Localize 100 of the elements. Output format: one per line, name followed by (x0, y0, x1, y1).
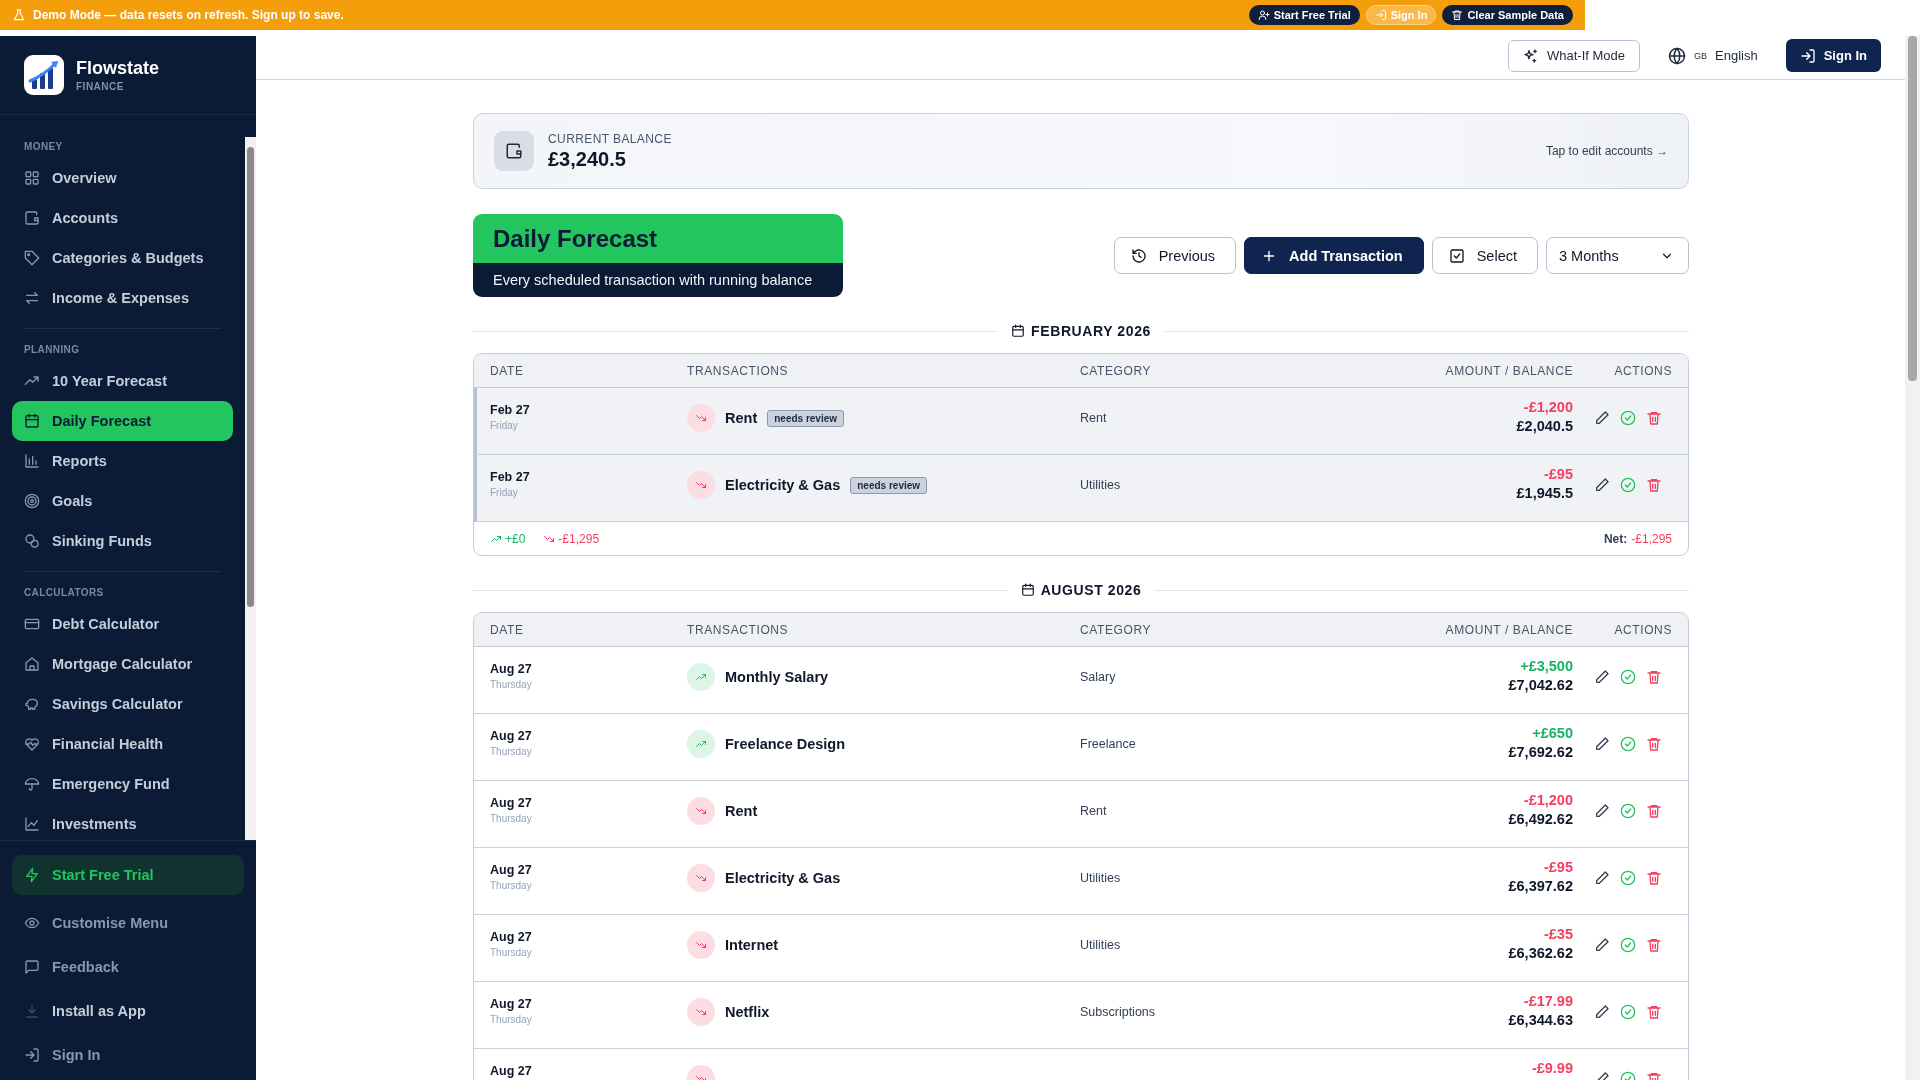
review-badge: needs review (767, 409, 845, 427)
amount-text: -£95 (1543, 466, 1573, 482)
calendar-icon (24, 413, 40, 429)
nav-item[interactable]: Customise Menu (12, 903, 244, 943)
balance-text: £7,042.62 (1508, 677, 1573, 693)
check-circle-icon[interactable] (1620, 477, 1636, 493)
transaction-row[interactable]: Aug 27 -£9.99 (474, 1049, 1688, 1080)
delete-icon[interactable] (1646, 410, 1662, 426)
nav-item[interactable]: Emergency Fund (12, 764, 233, 804)
globe-icon[interactable] (1668, 46, 1686, 65)
check-circle-icon[interactable] (1620, 870, 1636, 886)
check-circle-icon[interactable] (1620, 937, 1636, 953)
sparkle-icon (1522, 47, 1539, 64)
transaction-row[interactable]: Feb 27 Friday Electricity & Gas needs review Utilities -£95 £1,945.5 (474, 455, 1688, 522)
language-selector[interactable]: English (1715, 48, 1758, 63)
transaction-row[interactable]: Aug 27 Thursday Rent Rent -£1,200 £6,492.62 (474, 781, 1688, 848)
balance-text: £6,344.63 (1508, 1012, 1573, 1028)
start-trial-button[interactable]: Start Free Trial (12, 855, 244, 895)
previous-button[interactable]: Previous (1113, 237, 1237, 274)
transaction-row[interactable]: Aug 27 Thursday Monthly Salary Salary +£3,500 £7,042.62 (474, 647, 1688, 714)
balance-card[interactable]: CURRENT BALANCE £3,240.5 Tap to edit accounts → (473, 113, 1689, 189)
edit-icon[interactable] (1594, 803, 1610, 819)
date-text: Aug 27 (490, 863, 533, 877)
delete-icon[interactable] (1646, 477, 1662, 493)
transaction-row[interactable]: Aug 27 Thursday Freelance Design Freelance +£650 £7,692.62 (474, 714, 1688, 781)
nav-item[interactable]: Income & Expenses (12, 278, 233, 318)
weekday-text: Thursday (490, 746, 533, 757)
date-text: Feb 27 (490, 403, 531, 417)
balance-text: £7,692.62 (1508, 744, 1573, 760)
delete-icon[interactable] (1646, 736, 1662, 752)
nav-item[interactable]: Feedback (12, 947, 244, 987)
trend-up-icon (687, 730, 715, 758)
edit-icon[interactable] (1594, 736, 1610, 752)
delete-icon[interactable] (1646, 870, 1662, 886)
coins-icon (24, 533, 40, 549)
nav-item[interactable]: Mortgage Calculator (12, 644, 233, 684)
add-transaction-button[interactable]: Add Transaction (1244, 237, 1424, 274)
date-text: Feb 27 (490, 470, 531, 484)
nav-item[interactable]: Goals (12, 481, 233, 521)
nav-item[interactable]: Reports (12, 441, 233, 481)
nav-item[interactable]: 10 Year Forecast (12, 361, 233, 401)
nav-item[interactable]: Sinking Funds (12, 521, 233, 561)
check-circle-icon[interactable] (1620, 803, 1636, 819)
transaction-name: Electricity & Gas (725, 870, 841, 886)
select-button[interactable]: Select (1431, 237, 1538, 274)
transaction-row[interactable]: Aug 27 Thursday Electricity & Gas Utilities -£95 £6,397.62 (474, 848, 1688, 915)
what-if-button[interactable]: What-If Mode (1507, 39, 1640, 72)
category-text: Utilities (1080, 871, 1121, 885)
nav-item[interactable]: Overview (12, 158, 233, 198)
check-circle-icon[interactable] (1620, 736, 1636, 752)
amount-text: -£35 (1543, 926, 1573, 942)
scrollbar[interactable] (1905, 36, 1920, 1080)
edit-icon[interactable] (1594, 410, 1610, 426)
column-header: ACTIONS (1613, 363, 1673, 378)
weekday-text: Friday (490, 487, 519, 498)
check-circle-icon[interactable] (1620, 410, 1636, 426)
delete-icon[interactable] (1646, 937, 1662, 953)
column-header: AMOUNT / BALANCE (1444, 622, 1573, 637)
banner-button[interactable]: Clear Sample Data (1442, 5, 1573, 25)
edit-icon[interactable] (1594, 669, 1610, 685)
transaction-row[interactable]: Aug 27 Thursday Netflix Subscriptions -£17.99 £6,344.63 (474, 982, 1688, 1049)
edit-icon[interactable] (1594, 937, 1610, 953)
check-circle-icon[interactable] (1620, 1004, 1636, 1020)
transaction-name: Electricity & Gas (725, 477, 841, 493)
nav-item[interactable]: Investments (12, 804, 233, 840)
column-header: CATEGORY (1080, 622, 1153, 637)
column-header: DATE (490, 622, 525, 637)
balance-text: £1,945.5 (1516, 485, 1573, 501)
expense-total: -£1,295 (558, 531, 600, 546)
transaction-row[interactable]: Feb 27 Friday Rent needs review Rent -£1,200 £2,040.5 (474, 388, 1688, 455)
check-circle-icon[interactable] (1620, 669, 1636, 685)
nav-item[interactable]: Daily Forecast (12, 401, 233, 441)
column-header: TRANSACTIONS (687, 363, 790, 378)
transaction-row[interactable]: Aug 27 Thursday Internet Utilities -£35 £6,362.62 (474, 915, 1688, 982)
column-header: TRANSACTIONS (687, 622, 790, 637)
nav-item[interactable]: Accounts (12, 198, 233, 238)
trash-icon (1451, 9, 1464, 21)
sign-in-button[interactable]: Sign In (1785, 39, 1881, 72)
nav-item[interactable]: Categories & Budgets (12, 238, 233, 278)
grid-icon (24, 170, 40, 186)
banner-button[interactable]: Start Free Trial (1248, 5, 1360, 25)
edit-icon[interactable] (1594, 477, 1610, 493)
heart-icon (24, 736, 40, 752)
nav-item[interactable]: Install as App (12, 991, 244, 1031)
range-dropdown[interactable]: 3 Months (1546, 237, 1689, 274)
weekday-text: Thursday (490, 679, 533, 690)
trend-down-icon (687, 998, 715, 1026)
nav-item[interactable]: Debt Calculator (12, 604, 233, 644)
edit-icon[interactable] (1594, 1004, 1610, 1020)
edit-icon[interactable] (1594, 870, 1610, 886)
nav-item[interactable]: Savings Calculator (12, 684, 233, 724)
date-text: Aug 27 (490, 997, 533, 1011)
nav-item[interactable]: Sign In (12, 1035, 244, 1075)
delete-icon[interactable] (1646, 803, 1662, 819)
scrollbar[interactable] (245, 137, 256, 840)
delete-icon[interactable] (1646, 669, 1662, 685)
delete-icon[interactable] (1646, 1004, 1662, 1020)
nav-item[interactable]: Financial Health (12, 724, 233, 764)
lightning-icon (24, 867, 40, 883)
edit-accounts-link[interactable]: Tap to edit accounts → (1545, 144, 1668, 158)
